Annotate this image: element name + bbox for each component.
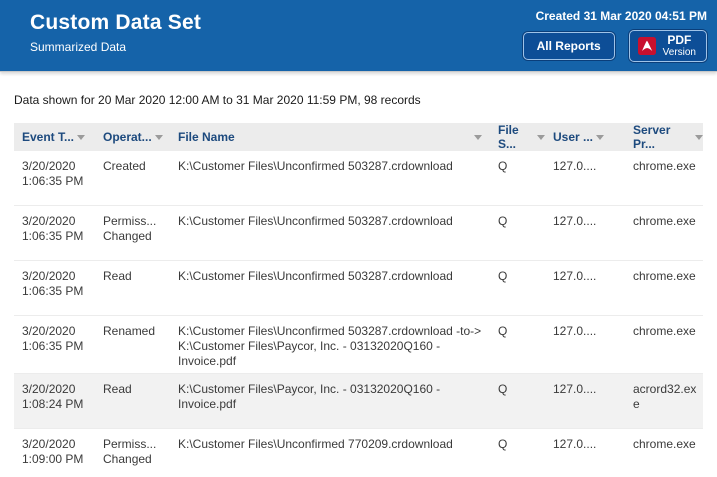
server-process-cell: chrome.exe (625, 261, 703, 315)
pdf-sublabel: Version (663, 47, 696, 58)
server-process-cell: chrome.exe (625, 316, 703, 373)
event-time-cell: 3/20/2020 1:09:00 PM (14, 429, 95, 477)
table-row: 3/20/2020 1:06:35 PM Created K:\Customer… (14, 151, 703, 206)
server-process-cell: chrome.exe (625, 429, 703, 477)
operation-cell: Read (95, 261, 170, 315)
operation-cell: Renamed (95, 316, 170, 373)
operation-cell: Permiss... Changed (95, 429, 170, 477)
file-name-line: K:\Customer Files\Paycor, Inc. - 0313202… (178, 339, 484, 354)
event-time-cell: 3/20/2020 1:06:35 PM (14, 261, 95, 315)
column-header-file-size[interactable]: File S... (490, 123, 545, 151)
event-time-cell: 3/20/2020 1:06:35 PM (14, 316, 95, 373)
user-cell: 127.0.... (545, 374, 625, 428)
report-title-block: Custom Data Set Summarized Data (0, 0, 201, 71)
column-label: File S... (498, 123, 534, 151)
file-name-line: Invoice.pdf (178, 354, 484, 369)
file-name-line: K:\Customer Files\Unconfirmed 503287.crd… (178, 269, 484, 284)
user-cell: 127.0.... (545, 316, 625, 373)
data-range-summary: Data shown for 20 Mar 2020 12:00 AM to 3… (14, 93, 717, 107)
file-name-cell: K:\Customer Files\Unconfirmed 503287.crd… (170, 206, 490, 260)
file-name-cell: K:\Customer Files\Unconfirmed 503287.crd… (170, 151, 490, 205)
file-name-line: Invoice.pdf (178, 397, 484, 412)
file-name-cell: K:\Customer Files\Unconfirmed 503287.crd… (170, 316, 490, 373)
filter-dropdown-icon[interactable] (155, 135, 163, 140)
server-process-cell: chrome.exe (625, 206, 703, 260)
column-label: File Name (178, 130, 235, 144)
file-size-cell: Q (490, 374, 545, 428)
event-time-cell: 3/20/2020 1:08:24 PM (14, 374, 95, 428)
file-name-line: K:\Customer Files\Paycor, Inc. - 0313202… (178, 382, 484, 397)
header-buttons: All Reports PDF Version (523, 30, 707, 62)
server-process-cell: acrord32.exe (625, 374, 703, 428)
page-subtitle: Summarized Data (30, 40, 201, 54)
column-header-server-process[interactable]: Server Pr... (625, 123, 703, 151)
operation-cell: Permiss... Changed (95, 206, 170, 260)
report-header: Custom Data Set Summarized Data Created … (0, 0, 717, 72)
file-name-line: K:\Customer Files\Unconfirmed 503287.crd… (178, 159, 484, 174)
table-row: 3/20/2020 1:06:35 PM Read K:\Customer Fi… (14, 261, 703, 316)
events-table: Event T... Operat... File Name File S...… (14, 123, 703, 477)
pdf-icon (638, 37, 656, 55)
all-reports-button[interactable]: All Reports (523, 32, 615, 60)
file-name-line: K:\Customer Files\Unconfirmed 503287.crd… (178, 324, 484, 339)
operation-cell: Read (95, 374, 170, 428)
page-title: Custom Data Set (30, 11, 201, 35)
table-row: 3/20/2020 1:06:35 PM Permiss... Changed … (14, 206, 703, 261)
table-row: 3/20/2020 1:06:35 PM Renamed K:\Customer… (14, 316, 703, 374)
column-header-event-time[interactable]: Event T... (14, 130, 95, 144)
column-header-operation[interactable]: Operat... (95, 130, 170, 144)
file-name-cell: K:\Customer Files\Unconfirmed 503287.crd… (170, 261, 490, 315)
table-row: 3/20/2020 1:09:00 PM Permiss... Changed … (14, 429, 703, 477)
all-reports-label: All Reports (537, 39, 601, 53)
file-size-cell: Q (490, 316, 545, 373)
created-timestamp: Created 31 Mar 2020 04:51 PM (523, 9, 707, 23)
pdf-button-text: PDF Version (663, 34, 696, 58)
column-label: Operat... (103, 130, 152, 144)
server-process-cell: chrome.exe (625, 151, 703, 205)
file-size-cell: Q (490, 151, 545, 205)
file-size-cell: Q (490, 206, 545, 260)
file-name-line: K:\Customer Files\Unconfirmed 503287.crd… (178, 214, 484, 229)
column-header-user[interactable]: User ... (545, 130, 625, 144)
column-label: Event T... (22, 130, 74, 144)
filter-dropdown-icon[interactable] (695, 135, 703, 140)
column-label: Server Pr... (633, 123, 692, 151)
file-name-line: K:\Customer Files\Unconfirmed 770209.crd… (178, 437, 484, 452)
user-cell: 127.0.... (545, 151, 625, 205)
user-cell: 127.0.... (545, 429, 625, 477)
filter-dropdown-icon[interactable] (537, 135, 545, 140)
file-name-cell: K:\Customer Files\Unconfirmed 770209.crd… (170, 429, 490, 477)
pdf-version-button[interactable]: PDF Version (629, 30, 707, 62)
filter-dropdown-icon[interactable] (474, 135, 482, 140)
operation-cell: Created (95, 151, 170, 205)
column-header-file-name[interactable]: File Name (170, 130, 490, 144)
table-row: 3/20/2020 1:08:24 PM Read K:\Customer Fi… (14, 374, 703, 429)
file-size-cell: Q (490, 261, 545, 315)
event-time-cell: 3/20/2020 1:06:35 PM (14, 206, 95, 260)
filter-dropdown-icon[interactable] (596, 135, 604, 140)
file-size-cell: Q (490, 429, 545, 477)
column-label: User ... (553, 130, 593, 144)
report-header-right: Created 31 Mar 2020 04:51 PM All Reports… (523, 0, 717, 71)
filter-dropdown-icon[interactable] (77, 135, 85, 140)
event-time-cell: 3/20/2020 1:06:35 PM (14, 151, 95, 205)
pdf-label: PDF (667, 34, 691, 47)
user-cell: 127.0.... (545, 206, 625, 260)
file-name-cell: K:\Customer Files\Paycor, Inc. - 0313202… (170, 374, 490, 428)
user-cell: 127.0.... (545, 261, 625, 315)
table-header-row: Event T... Operat... File Name File S...… (14, 123, 703, 151)
